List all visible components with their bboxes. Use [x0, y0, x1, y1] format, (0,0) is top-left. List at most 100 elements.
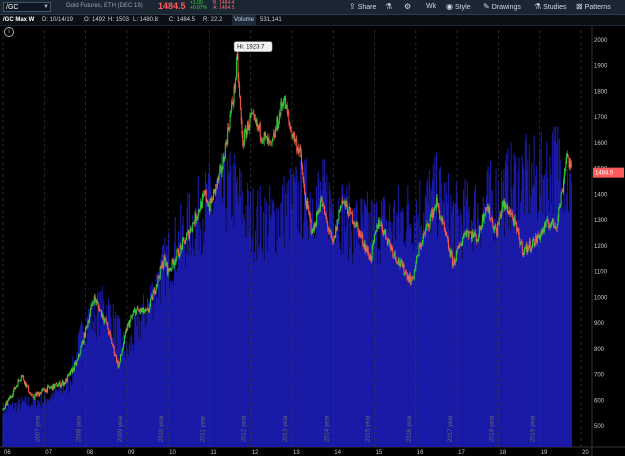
bar-low: L: 1480.8 — [133, 17, 159, 23]
candle-body — [429, 217, 431, 227]
candle-body — [129, 320, 131, 327]
candle-body — [309, 215, 311, 220]
candle-body — [308, 212, 310, 216]
candle-body — [23, 376, 25, 381]
candle-body — [107, 323, 109, 330]
candle-body — [175, 257, 177, 263]
candle-body — [455, 251, 457, 261]
year-label: 2017 year — [448, 415, 454, 442]
candle-body — [148, 309, 150, 312]
candle-body — [205, 190, 207, 200]
candle-body — [351, 212, 353, 223]
style-button[interactable]: ◉ Style — [446, 2, 471, 12]
symbol-dropdown-icon[interactable]: ▼ — [43, 2, 51, 12]
candle-body — [123, 343, 125, 348]
price-tick-label: 1300 — [594, 218, 608, 224]
candle-body — [462, 237, 464, 243]
candle-body — [127, 324, 129, 331]
candle-body — [278, 124, 280, 128]
candle-body — [558, 207, 560, 218]
candle-body — [375, 231, 377, 233]
candle-body — [436, 197, 438, 204]
price-tick-label: 500 — [594, 424, 605, 430]
candle-body — [91, 304, 93, 306]
candle-body — [66, 375, 68, 382]
candle-body — [316, 212, 318, 226]
price-tick-label: 1700 — [594, 115, 608, 121]
candle-body — [28, 391, 30, 394]
candle-body — [416, 256, 418, 263]
candle-body — [570, 164, 572, 167]
candle-body — [501, 209, 503, 217]
candle-body — [394, 251, 396, 258]
candle-body — [50, 387, 52, 389]
candle-body — [177, 249, 179, 257]
candle-body — [422, 236, 424, 244]
candle-body — [518, 232, 520, 239]
price-tick-label: 2000 — [594, 38, 608, 44]
candle-body — [298, 150, 300, 154]
share-icon: ⇪ — [349, 2, 356, 11]
candle-body — [176, 250, 178, 258]
patterns-icon: ⊠ — [576, 2, 583, 11]
price-tick-label: 1200 — [594, 244, 608, 250]
candle-body — [4, 404, 6, 409]
candle-body — [323, 204, 325, 206]
candle-body — [401, 260, 403, 263]
pencil-icon: ✎ — [483, 2, 490, 11]
share-button[interactable]: ⇪ Share — [349, 2, 376, 12]
drawings-button[interactable]: ✎ Drawings — [483, 2, 521, 12]
candle-body — [219, 168, 221, 174]
candle-body — [439, 211, 441, 219]
candle-body — [124, 332, 126, 336]
interval-button[interactable]: Wk — [426, 2, 436, 12]
patterns-button[interactable]: ⊠ Patterns — [576, 2, 611, 12]
price-chart[interactable]: 2000190018001700160015001400130012001100… — [0, 26, 625, 456]
candle-body — [172, 259, 174, 263]
candle-body — [248, 126, 250, 130]
candle-body — [530, 248, 532, 251]
candle-body — [532, 240, 534, 247]
candle-body — [77, 359, 79, 361]
candle-body — [492, 220, 494, 228]
time-tick-label: 20 — [582, 450, 589, 456]
candle-body — [89, 315, 91, 322]
candle-body — [246, 130, 248, 138]
candle-body — [557, 217, 559, 225]
candle-body — [374, 234, 376, 241]
candle-body — [460, 245, 462, 247]
candle-body — [156, 284, 158, 287]
candle-body — [523, 252, 525, 255]
chart-title: /GC Max W — [3, 17, 35, 23]
studies-button[interactable]: ⚗ Studies — [534, 2, 567, 12]
price-tick-label: 1000 — [594, 295, 608, 301]
candle-body — [425, 227, 427, 230]
candle-body — [385, 237, 387, 240]
candle-body — [119, 361, 121, 365]
volume-bar — [570, 182, 572, 447]
candle-body — [315, 225, 317, 228]
candle-body — [118, 364, 120, 368]
net-change-percent: +0.07% — [190, 5, 208, 11]
candle-body — [456, 248, 458, 252]
bar-range: R: 22.2 — [203, 17, 223, 23]
candle-body — [264, 132, 266, 136]
flask-button[interactable]: ⚗ — [385, 2, 394, 12]
candle-body — [202, 194, 204, 197]
candle-body — [110, 334, 112, 339]
candle-body — [483, 215, 485, 221]
settings-button[interactable]: ⚙ — [404, 2, 413, 12]
candle-body — [372, 241, 374, 246]
candle-body — [133, 310, 135, 313]
candle-body — [556, 224, 558, 229]
candle-body — [549, 225, 551, 229]
candle-body — [12, 390, 14, 396]
candle-body — [445, 231, 447, 236]
time-tick-label: 16 — [417, 450, 424, 456]
candle-body — [326, 218, 328, 223]
candle-body — [80, 347, 82, 354]
candle-body — [383, 231, 385, 235]
candle-body — [452, 262, 454, 266]
candle-body — [181, 239, 183, 250]
volume-value: 531,141 — [260, 17, 282, 23]
